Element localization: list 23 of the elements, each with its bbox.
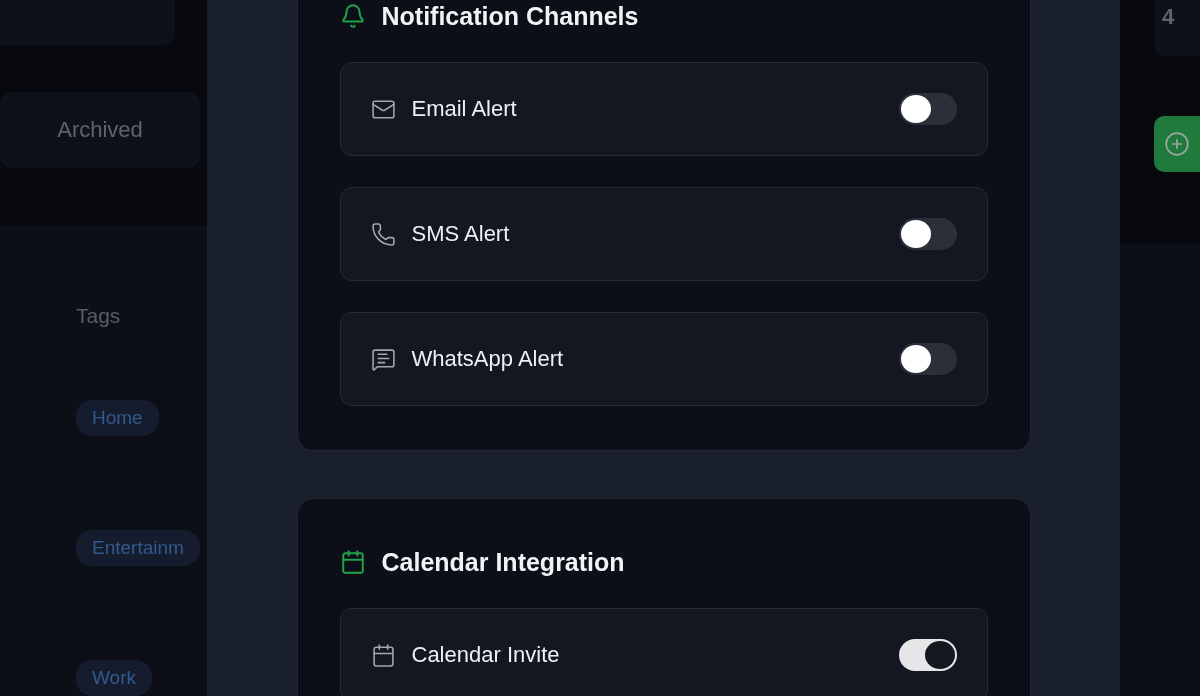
- phone-icon: [370, 221, 396, 247]
- count: 4: [1162, 4, 1175, 30]
- toggle-switch[interactable]: [898, 639, 957, 671]
- section-title: Notification Channels: [381, 1, 639, 31]
- setting-label: Calendar Invite: [411, 642, 561, 668]
- archived-button[interactable]: Archived: [0, 91, 200, 168]
- toggle-switch[interactable]: [898, 93, 957, 125]
- tag[interactable]: Work: [76, 660, 152, 696]
- chat-icon: [370, 346, 396, 372]
- tags-title: Tags: [76, 304, 122, 328]
- plus-icon: [1164, 131, 1190, 157]
- calendar-icon: [370, 642, 396, 668]
- setting-label: SMS Alert: [411, 221, 511, 247]
- add-button[interactable]: [1154, 116, 1200, 172]
- bell-icon: [339, 3, 366, 29]
- setting-label: WhatsApp Alert: [411, 346, 565, 372]
- setting-label: Email Alert: [411, 96, 518, 122]
- toggle-switch[interactable]: [898, 218, 957, 250]
- tag[interactable]: Home: [76, 400, 159, 436]
- tag[interactable]: Entertainm: [76, 530, 200, 566]
- calendar-icon: [339, 549, 366, 575]
- section-title: Calendar Integration: [381, 547, 625, 577]
- toggle-switch[interactable]: [898, 343, 957, 375]
